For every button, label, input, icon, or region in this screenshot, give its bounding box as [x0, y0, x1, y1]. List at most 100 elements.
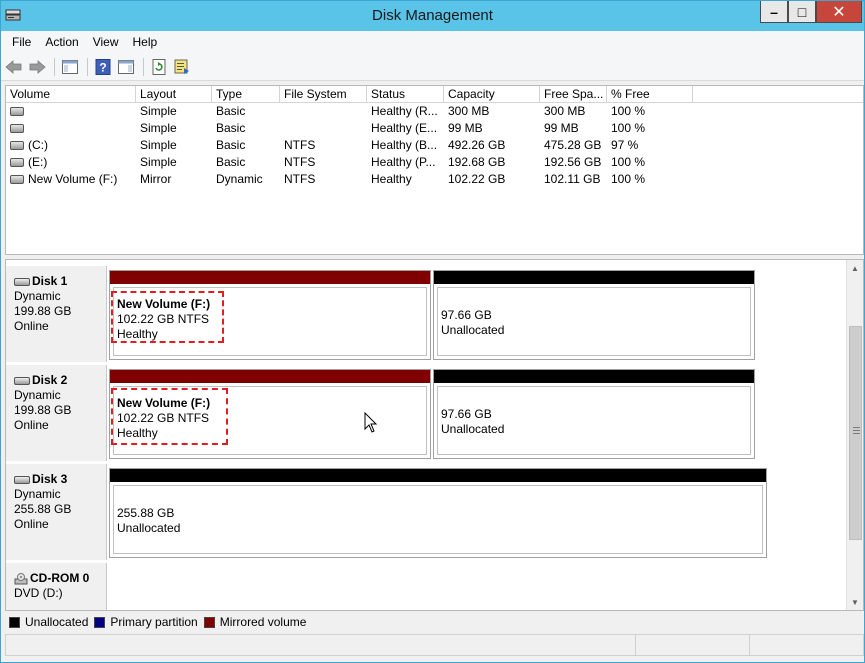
disk-name-row: Disk 1 — [14, 274, 106, 289]
disk-graphical-view[interactable]: Disk 1 Dynamic 199.88 GB Online New Volu… — [5, 259, 864, 611]
disk-label-disk-2[interactable]: Disk 2 Dynamic 199.88 GB Online — [6, 365, 107, 461]
volume-name: (C:) — [28, 138, 48, 152]
minimize-button[interactable]: – — [760, 1, 788, 23]
column-header-capacity[interactable]: Capacity — [444, 86, 540, 103]
partition-size: 97.66 GB — [441, 407, 492, 421]
volume-layout: Simple — [140, 138, 177, 152]
column-header-percent-free[interactable]: % Free — [607, 86, 693, 103]
maximize-button[interactable]: □ — [788, 1, 816, 23]
scroll-down-icon[interactable]: ▼ — [847, 594, 863, 610]
disk-name-row: Disk 2 — [14, 373, 106, 388]
disk-management-window: Disk Management – □ ✕ File Action View H… — [0, 0, 865, 663]
volume-name: New Volume (F:) — [28, 172, 118, 186]
partition-status: Healthy — [117, 426, 158, 440]
volume-list[interactable]: Volume Layout Type File System Status Ca… — [5, 85, 864, 255]
column-header-volume[interactable]: Volume — [6, 86, 136, 103]
drive-icon — [10, 141, 24, 150]
partition-color-bar — [110, 271, 430, 284]
status-bar-segment — [636, 635, 750, 655]
partition-mirrored-volume[interactable]: New Volume (F:) 102.22 GB NTFS Healthy — [109, 270, 431, 360]
export-list-icon[interactable] — [173, 58, 191, 76]
disk-type: Dynamic — [14, 289, 61, 303]
toolbar-separator — [143, 57, 144, 76]
column-header-free-space[interactable]: Free Spa... — [540, 86, 607, 103]
volume-name-cell — [6, 120, 136, 137]
partition-color-bar — [434, 370, 754, 383]
volume-row[interactable]: New Volume (F:) Mirror Dynamic NTFS Heal… — [6, 171, 863, 188]
mouse-cursor-icon — [364, 412, 378, 433]
volume-percent-free: 100 % — [611, 121, 646, 135]
disk-state: Online — [14, 517, 49, 531]
disk-label-cd-rom-0[interactable]: CD-ROM 0 DVD (D:) — [6, 563, 107, 610]
console-view-icon[interactable] — [117, 58, 135, 76]
legend-swatch — [203, 616, 215, 628]
legend-swatch — [94, 616, 106, 628]
disk-label-disk-3[interactable]: Disk 3 Dynamic 255.88 GB Online — [6, 464, 107, 560]
volume-status: Healthy (B... — [371, 138, 438, 152]
disk-view-scrollbar[interactable]: ▲ ▼ — [846, 260, 863, 610]
forward-arrow-icon[interactable] — [28, 58, 46, 76]
close-button[interactable]: ✕ — [816, 1, 862, 23]
menu-help[interactable]: Help — [126, 35, 165, 49]
disk-icon — [14, 277, 30, 286]
partition-body: 97.66 GB Unallocated — [437, 287, 751, 356]
volume-capacity: 492.26 GB — [448, 138, 506, 152]
partition-mirrored-volume[interactable]: New Volume (F:) 102.22 GB NTFS Healthy — [109, 369, 431, 459]
scrollbar-thumb[interactable] — [849, 326, 862, 540]
volume-layout: Mirror — [140, 172, 172, 186]
volume-row[interactable]: Simple Basic Healthy (E... 99 MB 99 MB 1… — [6, 120, 863, 137]
partition-body: 255.88 GB Unallocated — [113, 485, 763, 554]
volume-file-system: NTFS — [284, 155, 316, 169]
drive-icon — [10, 175, 24, 184]
column-header-type[interactable]: Type — [212, 86, 280, 103]
volume-type: Basic — [216, 121, 246, 135]
column-header-layout[interactable]: Layout — [136, 86, 212, 103]
menu-file[interactable]: File — [5, 35, 38, 49]
menu-action[interactable]: Action — [38, 35, 85, 49]
toolbar-separator — [87, 57, 88, 76]
volume-row[interactable]: (C:) Simple Basic NTFS Healthy (B... 492… — [6, 137, 863, 154]
volume-row[interactable]: Simple Basic Healthy (R... 300 MB 300 MB… — [6, 103, 863, 120]
legend-item-unallocated: Unallocated — [9, 615, 88, 629]
window-title: Disk Management — [372, 7, 493, 24]
partition-size: 255.88 GB — [117, 506, 175, 520]
toolbar-separator — [54, 57, 55, 76]
volume-file-system — [280, 103, 367, 120]
disk-row-disk-1: Disk 1 Dynamic 199.88 GB Online New Volu… — [6, 266, 846, 362]
disk-row-disk-2: Disk 2 Dynamic 199.88 GB Online New Volu… — [6, 365, 846, 461]
disk-name: CD-ROM 0 — [30, 571, 90, 585]
partition-size: 97.66 GB — [441, 308, 492, 322]
disk-icon — [14, 376, 30, 385]
legend-label: Unallocated — [25, 615, 89, 629]
volume-name-cell: (C:) — [6, 137, 136, 154]
title-bar[interactable]: Disk Management – □ ✕ — [1, 1, 864, 31]
partition-unallocated[interactable]: 97.66 GB Unallocated — [433, 270, 755, 360]
scrollbar-grip-icon — [853, 427, 860, 434]
back-arrow-icon[interactable] — [5, 58, 23, 76]
disk-label-disk-1[interactable]: Disk 1 Dynamic 199.88 GB Online — [6, 266, 107, 362]
disk-row-cd-rom-0: CD-ROM 0 DVD (D:) — [6, 563, 846, 610]
menu-view[interactable]: View — [86, 35, 126, 49]
column-header-file-system[interactable]: File System — [280, 86, 367, 103]
volume-free-space: 475.28 GB — [544, 138, 602, 152]
disk-name-row: CD-ROM 0 — [14, 571, 106, 586]
volume-name-cell: (E:) — [6, 154, 136, 171]
volume-file-system: NTFS — [284, 138, 316, 152]
legend-swatch — [9, 616, 20, 628]
volume-layout: Simple — [140, 155, 177, 169]
status-bar — [5, 634, 864, 656]
scroll-up-icon[interactable]: ▲ — [847, 260, 863, 276]
properties-pane-icon[interactable] — [61, 58, 79, 76]
partition-unallocated[interactable]: 97.66 GB Unallocated — [433, 369, 755, 459]
legend-label: Primary partition — [110, 615, 198, 629]
volume-percent-free: 100 % — [611, 172, 646, 186]
volume-free-space: 99 MB — [544, 121, 579, 135]
volume-percent-free: 100 % — [611, 155, 646, 169]
column-header-status[interactable]: Status — [367, 86, 444, 103]
volume-row[interactable]: (E:) Simple Basic NTFS Healthy (P... 192… — [6, 154, 863, 171]
help-icon[interactable]: ? — [94, 58, 112, 76]
disk-state: Online — [14, 319, 49, 333]
status-bar-segment — [6, 635, 636, 655]
partition-unallocated[interactable]: 255.88 GB Unallocated — [109, 468, 767, 558]
refresh-icon[interactable] — [150, 58, 168, 76]
